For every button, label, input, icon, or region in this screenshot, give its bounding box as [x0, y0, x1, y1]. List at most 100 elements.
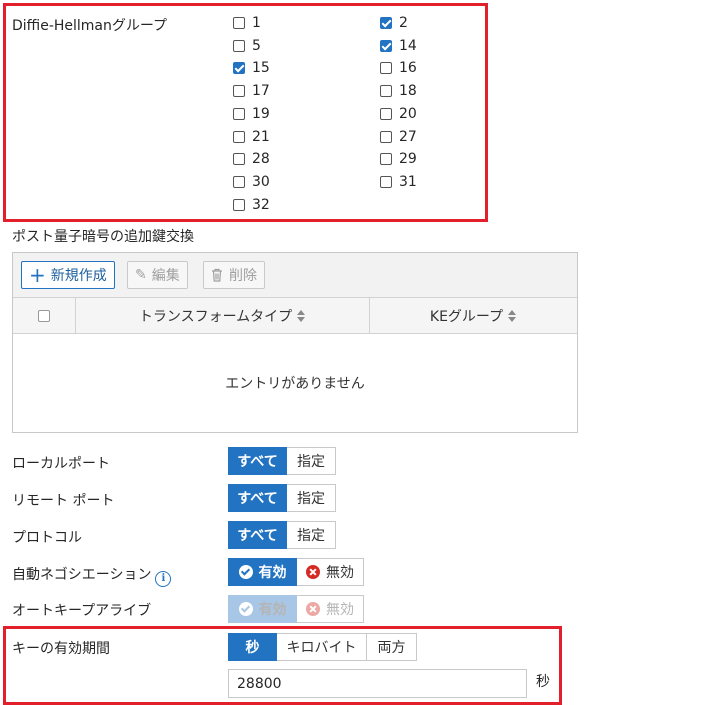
dh-group-checkbox[interactable]: [233, 107, 245, 120]
dh-group-number: 5: [252, 37, 261, 54]
auto-negotiation-enable-option[interactable]: 有効: [228, 558, 297, 586]
dh-group-number: 14: [399, 37, 417, 54]
dh-group-29-option[interactable]: 29: [380, 149, 417, 169]
info-icon[interactable]: i: [155, 571, 172, 587]
check-circle-icon: [238, 565, 253, 579]
select-all-column: [13, 298, 76, 333]
dh-group-16-option[interactable]: 16: [380, 58, 417, 78]
local-port-all-option[interactable]: すべて: [228, 447, 287, 475]
dh-group-28-option[interactable]: 28: [233, 149, 270, 169]
dh-group-checkbox[interactable]: [233, 153, 245, 166]
x-circle-icon: [306, 602, 320, 616]
delete-button-label: 削除: [229, 268, 257, 284]
dh-group-20-option[interactable]: 20: [380, 104, 417, 124]
select-all-checkbox[interactable]: [38, 309, 50, 322]
dh-group-31-option[interactable]: 31: [380, 172, 417, 192]
pq-toolbar: + 新規作成 ✎ 編集 削除: [13, 253, 577, 298]
auto-negotiation-text: 自動ネゴシエーション: [12, 567, 152, 583]
auto-negotiation-label: 自動ネゴシエーション i: [12, 564, 172, 587]
dh-group-checkbox[interactable]: [380, 62, 392, 75]
key-lifetime-type-toggle: 秒 キロバイト 両方: [228, 633, 417, 661]
dh-group-1-option[interactable]: 1: [233, 13, 261, 33]
dh-group-number: 28: [252, 151, 270, 168]
column-ke-group[interactable]: KEグループ: [370, 298, 577, 333]
new-button[interactable]: + 新規作成: [21, 261, 115, 289]
dh-group-checkbox[interactable]: [233, 175, 245, 188]
dh-group-18-option[interactable]: 18: [380, 81, 417, 101]
dh-group-label: Diffie-Hellmanグループ: [12, 18, 168, 34]
sort-icon: [508, 309, 517, 323]
dh-group-14-option[interactable]: 14: [380, 36, 417, 56]
dh-group-checkbox[interactable]: [380, 153, 392, 166]
dh-group-number: 2: [399, 15, 408, 31]
sort-icon: [297, 309, 306, 323]
dh-group-15-option[interactable]: 15: [233, 58, 270, 78]
dh-group-number: 1: [252, 15, 261, 31]
pq-table-header: トランスフォームタイプ KEグループ: [13, 298, 577, 334]
auto-negotiation-toggle: 有効 無効: [228, 558, 364, 586]
local-port-label: ローカルポート: [12, 456, 110, 472]
dh-group-checkbox[interactable]: [233, 130, 245, 143]
protocol-all-option[interactable]: すべて: [228, 521, 287, 549]
remote-port-specify-option[interactable]: 指定: [287, 484, 336, 512]
protocol-label: プロトコル: [12, 530, 82, 546]
trash-icon: [212, 268, 222, 282]
dh-group-checkbox[interactable]: [380, 85, 392, 98]
pq-section-title: ポスト量子暗号の追加鍵交換: [12, 229, 194, 245]
dh-group-number: 16: [399, 60, 417, 77]
dh-group-number: 31: [399, 173, 417, 190]
plus-icon: +: [29, 263, 46, 287]
autokey-keepalive-label: オートキープアライブ: [12, 603, 152, 619]
key-lifetime-label: キーの有効期間: [12, 641, 110, 657]
check-circle-icon: [238, 602, 253, 616]
dh-group-number: 27: [399, 128, 417, 145]
remote-port-all-option[interactable]: すべて: [228, 484, 287, 512]
dh-group-checkbox[interactable]: [380, 107, 392, 120]
new-button-label: 新規作成: [50, 268, 107, 284]
autokey-enable-option[interactable]: 有効: [228, 595, 297, 623]
dh-group-number: 18: [399, 83, 417, 100]
dh-group-checkbox[interactable]: [380, 39, 392, 52]
auto-negotiation-disable-option[interactable]: 無効: [297, 558, 364, 586]
dh-group-checkbox[interactable]: [233, 39, 245, 52]
enable-label: 有効: [258, 602, 287, 618]
dh-group-5-option[interactable]: 5: [233, 36, 261, 56]
remote-port-toggle: すべて 指定: [228, 484, 336, 512]
dh-group-number: 17: [252, 83, 270, 100]
dh-group-17-option[interactable]: 17: [233, 81, 270, 101]
local-port-toggle: すべて 指定: [228, 447, 336, 475]
dh-group-27-option[interactable]: 27: [380, 127, 417, 147]
protocol-toggle: すべて 指定: [228, 521, 336, 549]
dh-group-checkbox[interactable]: [380, 130, 392, 143]
seconds-option[interactable]: 秒: [228, 633, 277, 661]
dh-group-30-option[interactable]: 30: [233, 172, 270, 192]
dh-group-number: 30: [252, 173, 270, 190]
dh-group-checkbox[interactable]: [380, 175, 392, 188]
dh-group-32-option[interactable]: 32: [233, 195, 270, 215]
protocol-specify-option[interactable]: 指定: [287, 521, 336, 549]
dh-group-checkbox[interactable]: [233, 17, 245, 29]
dh-group-21-option[interactable]: 21: [233, 127, 270, 147]
dh-group-checkbox[interactable]: [233, 85, 245, 98]
dh-group-checkbox[interactable]: [233, 198, 245, 211]
dh-group-2-option[interactable]: 2: [380, 13, 408, 33]
key-lifetime-input[interactable]: [228, 669, 527, 698]
enable-label: 有効: [258, 565, 287, 581]
dh-group-checkbox[interactable]: [380, 17, 392, 29]
dh-group-checkbox[interactable]: [233, 62, 245, 75]
x-circle-icon: [306, 565, 320, 579]
both-option[interactable]: 両方: [367, 633, 417, 661]
dh-group-number: 21: [252, 128, 270, 145]
local-port-specify-option[interactable]: 指定: [287, 447, 336, 475]
column-transform-type[interactable]: トランスフォームタイプ: [76, 298, 370, 333]
autokey-disable-option[interactable]: 無効: [297, 595, 364, 623]
delete-button[interactable]: 削除: [203, 261, 265, 289]
dh-group-number: 29: [399, 151, 417, 168]
dh-group-number: 19: [252, 105, 270, 122]
edit-button[interactable]: ✎ 編集: [127, 261, 188, 289]
dh-group-19-option[interactable]: 19: [233, 104, 270, 124]
remote-port-label: リモート ポート: [12, 493, 115, 509]
disable-label: 無効: [326, 602, 354, 618]
kilobytes-option[interactable]: キロバイト: [277, 633, 367, 661]
empty-message: エントリがありません: [225, 376, 365, 392]
